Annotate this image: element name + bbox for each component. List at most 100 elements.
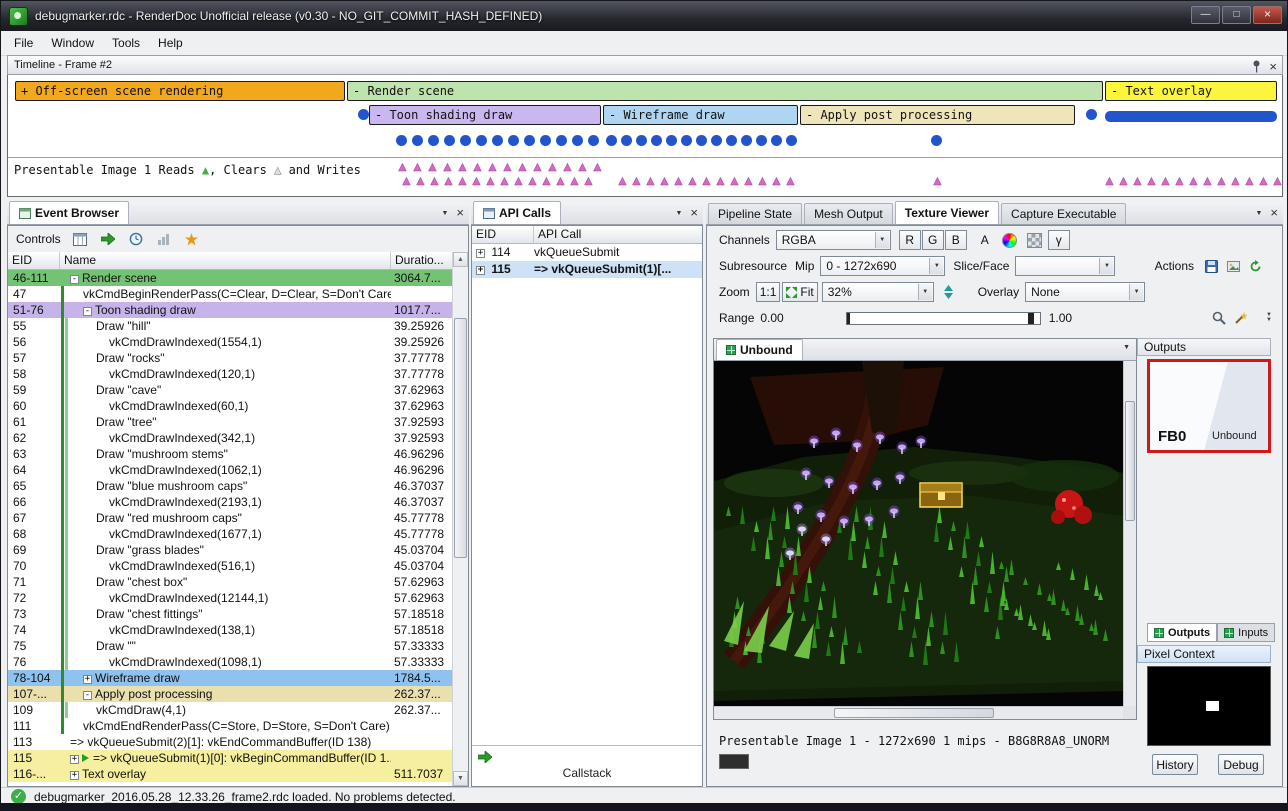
event-row-76[interactable]: 76vkCmdDrawIndexed(1098,1)57.33333 <box>8 654 453 670</box>
timeline-draw-dot[interactable] <box>476 135 487 146</box>
event-row-61[interactable]: 61Draw "tree"37.92593 <box>8 414 453 430</box>
menu-file[interactable]: File <box>5 32 42 54</box>
event-row-113[interactable]: 113=> vkQueueSubmit(2)[1]: vkEndCommandB… <box>8 734 453 750</box>
column-header-duration[interactable]: Duratio... <box>391 252 453 269</box>
texture-list-dropdown-icon[interactable]: ▼ <box>1123 344 1130 351</box>
range-slider[interactable] <box>846 312 1041 325</box>
expander-plus-icon[interactable]: + <box>70 771 79 780</box>
gamma-button[interactable]: γ <box>1048 230 1070 250</box>
menu-tools[interactable]: Tools <box>103 32 149 54</box>
timeline-marker-bar[interactable]: - Render scene <box>347 81 1103 101</box>
tab-capture-executable[interactable]: Capture Executable <box>1001 203 1126 224</box>
debug-button[interactable]: Debug <box>1218 754 1264 775</box>
slice-face-dropdown[interactable]: ▼ <box>1015 256 1115 276</box>
dock-close-icon[interactable]: × <box>690 207 698 219</box>
flip-y-button[interactable] <box>938 282 960 302</box>
timeline-draw-cluster[interactable] <box>1105 111 1277 122</box>
texture-horizontal-scrollbar[interactable] <box>714 706 1123 719</box>
tab-mesh-output[interactable]: Mesh Output <box>804 203 893 224</box>
event-row-68[interactable]: 68vkCmdDrawIndexed(1677,1)45.77778 <box>8 526 453 542</box>
expander-plus-icon[interactable]: + <box>476 266 485 275</box>
colorwheel-button[interactable] <box>998 230 1021 250</box>
tab-api-calls[interactable]: API Calls <box>473 201 561 224</box>
event-row-70[interactable]: 70vkCmdDrawIndexed(516,1)45.03704 <box>8 558 453 574</box>
timeline-draw-dot[interactable] <box>786 135 797 146</box>
event-row-73[interactable]: 73Draw "chest fittings"57.18518 <box>8 606 453 622</box>
timeline-draw-dot[interactable] <box>696 135 707 146</box>
overlay-dropdown[interactable]: None ▼ <box>1025 282 1145 302</box>
dock-dropdown-icon[interactable]: ▼ <box>441 210 448 217</box>
pixel-context-view[interactable] <box>1147 666 1271 746</box>
timeline-marker-bar[interactable]: - Wireframe draw <box>603 105 798 125</box>
timeline-draw-dot[interactable] <box>524 135 535 146</box>
fb0-thumbnail[interactable]: FB0 Unbound <box>1147 359 1271 453</box>
expander-plus-icon[interactable]: + <box>83 675 92 684</box>
api-call-row-115[interactable]: + 115=> vkQueueSubmit(1)[... <box>472 261 702 278</box>
expander-plus-icon[interactable]: + <box>476 249 485 258</box>
stats-button[interactable] <box>155 230 173 248</box>
texture-display[interactable] <box>714 361 1136 719</box>
range-black-point-handle[interactable] <box>847 313 850 324</box>
event-row-107-[interactable]: 107-...-Apply post processing262.37... <box>8 686 453 702</box>
timeline-draw-dot[interactable] <box>460 135 471 146</box>
event-row-57[interactable]: 57Draw "rocks"37.77778 <box>8 350 453 366</box>
expander-minus-icon[interactable]: - <box>83 691 92 700</box>
history-button[interactable]: History <box>1152 754 1198 775</box>
menu-help[interactable]: Help <box>149 32 192 54</box>
channel-green-button[interactable]: G <box>922 230 944 250</box>
event-row-64[interactable]: 64vkCmdDrawIndexed(1062,1)46.96296 <box>8 462 453 478</box>
dock-close-icon[interactable]: × <box>456 207 464 219</box>
event-row-55[interactable]: 55Draw "hill"39.25926 <box>8 318 453 334</box>
event-row-69[interactable]: 69Draw "grass blades"45.03704 <box>8 542 453 558</box>
timeline-draw-dot[interactable] <box>428 135 439 146</box>
mip-dropdown[interactable]: 0 - 1272x690 ▼ <box>820 256 945 276</box>
range-white-point-handle[interactable] <box>1028 313 1034 324</box>
timeline-draw-dot[interactable] <box>621 135 632 146</box>
tab-outputs[interactable]: Outputs <box>1147 623 1217 642</box>
timeline-draw-dot[interactable] <box>572 135 583 146</box>
tab-pipeline-state[interactable]: Pipeline State <box>708 203 802 224</box>
timeline-draw-dot[interactable] <box>711 135 722 146</box>
timeline-draw-dot[interactable] <box>666 135 677 146</box>
autofit-range-button[interactable] <box>1230 308 1252 328</box>
event-browser-scrollbar[interactable]: ▲ ▼ <box>452 252 468 786</box>
channel-blue-button[interactable]: B <box>945 230 967 250</box>
channels-dropdown[interactable]: RGBA ▼ <box>776 230 891 250</box>
event-row-109[interactable]: 109vkCmdDraw(4,1)262.37... <box>8 702 453 718</box>
scroll-down-icon[interactable]: ▼ <box>453 771 468 786</box>
timeline-draw-dot[interactable] <box>771 135 782 146</box>
event-row-47[interactable]: 47vkCmdBeginRenderPass(C=Clear, D=Clear,… <box>8 286 453 302</box>
event-row-116-[interactable]: 116-...+Text overlay511.7037 <box>8 766 453 782</box>
expander-plus-icon[interactable]: + <box>70 755 79 764</box>
combo-arrow-icon[interactable]: ▼ <box>918 284 932 300</box>
event-row-58[interactable]: 58vkCmdDrawIndexed(120,1)37.77778 <box>8 366 453 382</box>
timeline-draw-dot[interactable] <box>508 135 519 146</box>
tab-texture-viewer[interactable]: Texture Viewer <box>895 201 999 224</box>
column-header-name[interactable]: Name <box>60 252 391 269</box>
event-row-51-76[interactable]: 51-76-Toon shading draw1017.7... <box>8 302 453 318</box>
timeline-marker-bar[interactable]: - Apply post processing <box>800 105 1075 125</box>
menu-window[interactable]: Window <box>42 32 103 54</box>
scroll-up-icon[interactable]: ▲ <box>453 252 468 267</box>
zoom-dropdown[interactable]: 32% ▼ <box>822 282 934 302</box>
timeline-close-icon[interactable]: × <box>1269 61 1277 73</box>
event-row-62[interactable]: 62vkCmdDrawIndexed(342,1)37.92593 <box>8 430 453 446</box>
maximize-button[interactable]: □ <box>1222 6 1251 24</box>
time-durations-button[interactable] <box>127 230 145 248</box>
pin-icon[interactable] <box>1252 60 1261 73</box>
timeline-content[interactable]: Presentable Image 1 Reads ▲, Clears ▲ an… <box>7 75 1283 197</box>
expander-minus-icon[interactable]: - <box>70 275 79 284</box>
timeline-draw-dot[interactable] <box>606 135 617 146</box>
combo-arrow-icon[interactable]: ▼ <box>875 232 889 248</box>
zoom-1to1-button[interactable]: 1:1 <box>756 282 781 302</box>
dock-dropdown-icon[interactable]: ▼ <box>1255 210 1262 217</box>
dock-close-icon[interactable]: × <box>1270 207 1278 219</box>
dock-dropdown-icon[interactable]: ▼ <box>675 210 682 217</box>
timeline-draw-dot[interactable] <box>681 135 692 146</box>
event-row-67[interactable]: 67Draw "red mushroom caps"45.77778 <box>8 510 453 526</box>
timeline-draw-dot[interactable] <box>588 135 599 146</box>
api-call-row-114[interactable]: + 114vkQueueSubmit <box>472 244 702 261</box>
combo-arrow-icon[interactable]: ▼ <box>929 258 943 274</box>
jump-to-current-button[interactable] <box>99 230 117 248</box>
event-row-115[interactable]: 115+=> vkQueueSubmit(1)[0]: vkBeginComma… <box>8 750 453 766</box>
